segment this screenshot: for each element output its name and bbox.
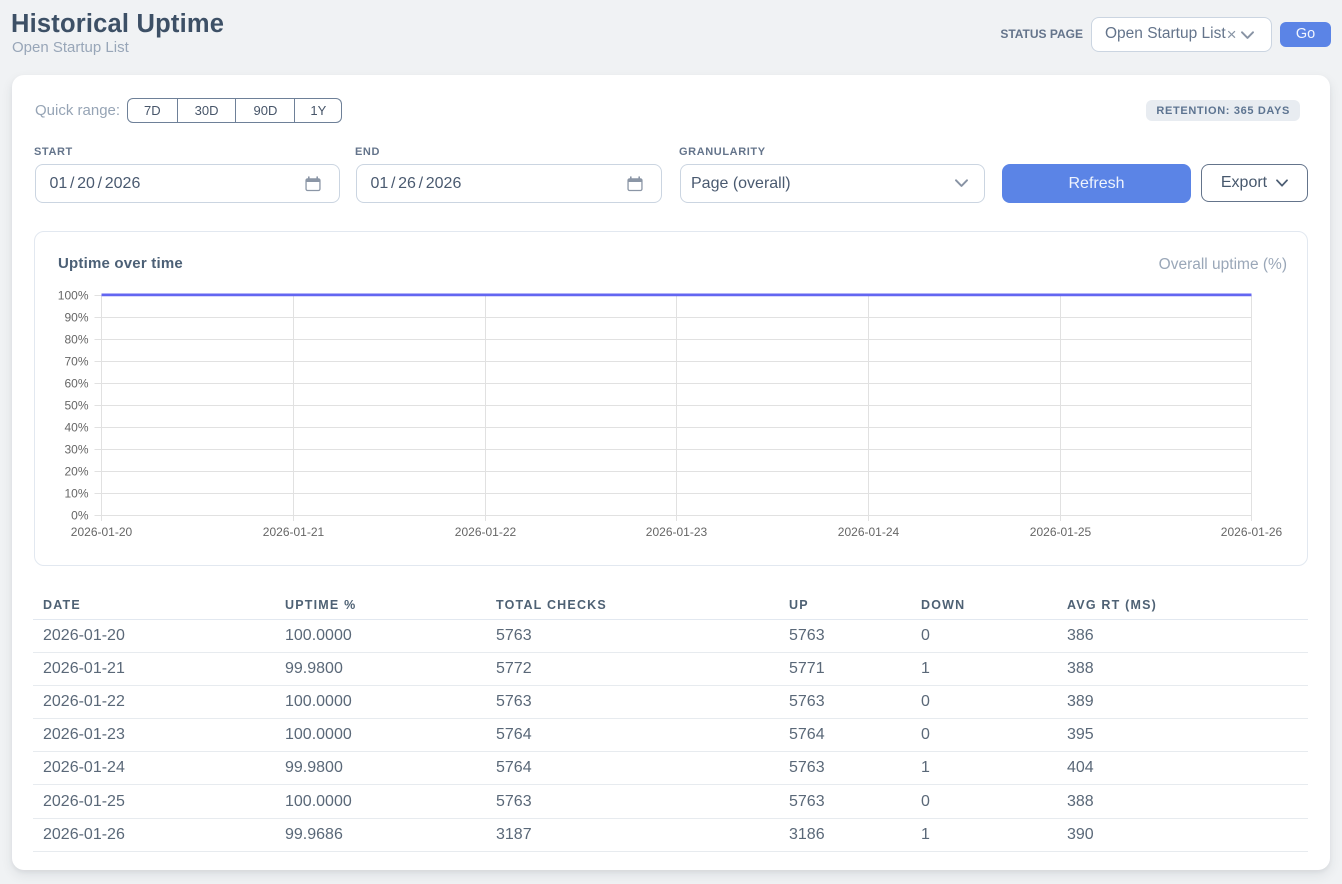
svg-text:30%: 30% bbox=[64, 443, 88, 457]
svg-text:2026-01-23: 2026-01-23 bbox=[646, 525, 708, 539]
svg-text:2026-01-24: 2026-01-24 bbox=[838, 525, 900, 539]
svg-text:40%: 40% bbox=[64, 421, 88, 435]
svg-text:50%: 50% bbox=[64, 399, 88, 413]
svg-text:2026-01-26: 2026-01-26 bbox=[1221, 525, 1283, 539]
svg-text:90%: 90% bbox=[64, 311, 88, 325]
svg-text:20%: 20% bbox=[64, 465, 88, 479]
svg-text:100%: 100% bbox=[58, 289, 89, 303]
svg-text:60%: 60% bbox=[64, 377, 88, 391]
svg-text:2026-01-25: 2026-01-25 bbox=[1030, 525, 1092, 539]
svg-text:10%: 10% bbox=[64, 487, 88, 501]
svg-text:2026-01-20: 2026-01-20 bbox=[71, 525, 133, 539]
svg-text:80%: 80% bbox=[64, 333, 88, 347]
svg-text:2026-01-21: 2026-01-21 bbox=[263, 525, 325, 539]
svg-text:0%: 0% bbox=[71, 509, 89, 523]
svg-text:70%: 70% bbox=[64, 355, 88, 369]
svg-text:2026-01-22: 2026-01-22 bbox=[455, 525, 517, 539]
